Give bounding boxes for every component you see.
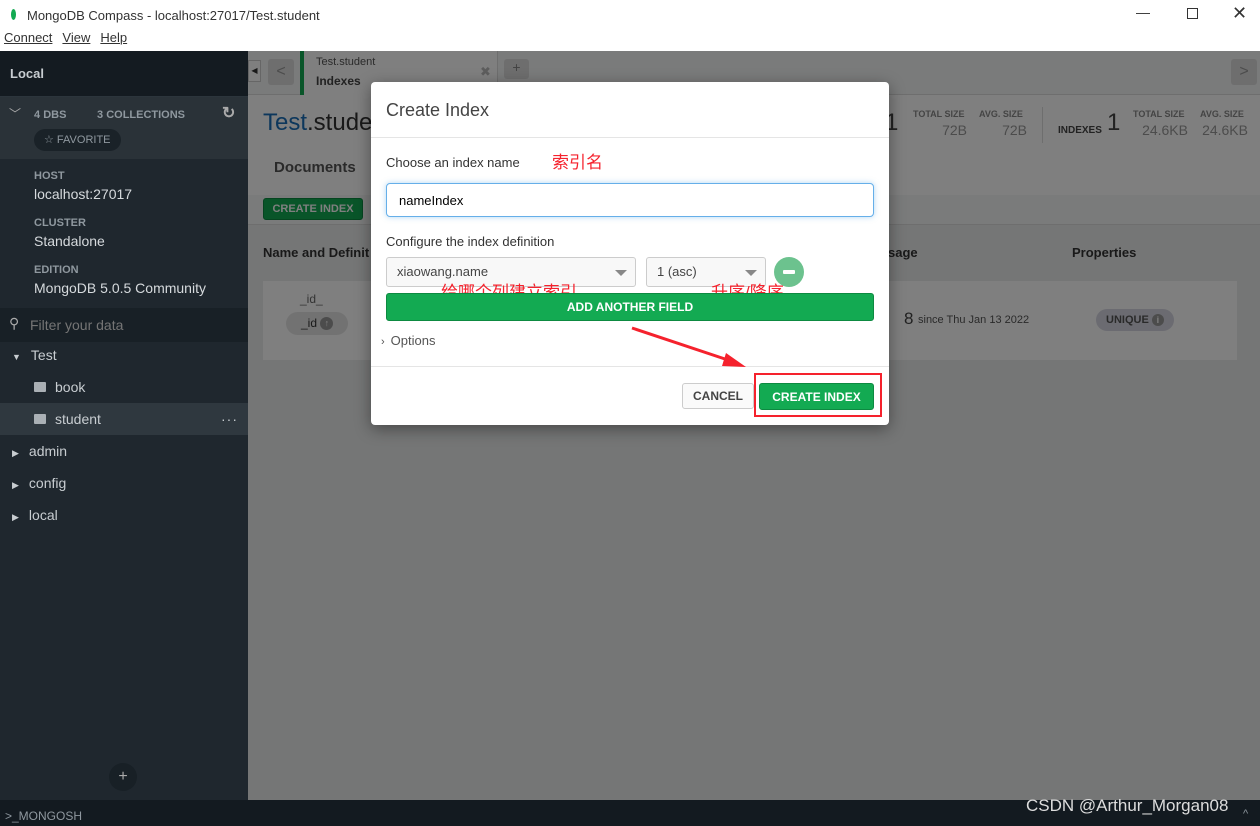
add-database-button[interactable]: + <box>109 763 137 791</box>
annotation-index-name: 索引名 <box>552 153 603 172</box>
chevron-down-icon[interactable]: ﹀ <box>9 105 21 122</box>
add-another-field-button[interactable]: ADD ANOTHER FIELD <box>386 293 874 321</box>
tree-db-admin[interactable]: ▶ admin <box>0 435 248 467</box>
db-name: config <box>28 475 67 491</box>
favorite-button[interactable]: ☆ FAVORITE <box>34 129 121 151</box>
filter-input[interactable] <box>30 314 230 336</box>
search-icon: ⚲ <box>9 315 20 331</box>
mongosh-toggle[interactable]: >_MONGOSH <box>5 809 82 823</box>
index-name-label: Choose an index name <box>386 155 520 170</box>
cluster-label: CLUSTER <box>34 217 86 229</box>
filter-bar: ⚲ <box>0 308 248 342</box>
tree-collection-book[interactable]: book <box>0 371 248 403</box>
create-index-modal: Create Index Choose an index name 索引名 Co… <box>371 82 889 425</box>
options-toggle[interactable]: › Options <box>381 333 435 348</box>
chevron-up-icon[interactable]: ^ <box>1243 808 1248 820</box>
minus-icon <box>783 270 795 274</box>
field-select-value: xiaowang.name <box>397 264 489 279</box>
db-name: local <box>28 507 58 523</box>
folder-icon <box>34 382 46 392</box>
minimize-button[interactable]: — <box>1136 4 1150 20</box>
instance-summary: ﹀ 4 DBS 3 COLLECTIONS ↻ ☆ FAVORITE <box>0 97 248 159</box>
direction-select-value: 1 (asc) <box>657 264 697 279</box>
db-name: Test <box>30 347 57 363</box>
modal-title: Create Index <box>386 100 490 120</box>
cluster-value: Standalone <box>34 233 105 249</box>
collection-name: book <box>55 379 86 395</box>
menu-bar: Connect View Help <box>0 30 1260 51</box>
tree-collection-student[interactable]: student ··· <box>0 403 248 435</box>
dbs-label: DBS <box>43 109 67 121</box>
db-name: admin <box>28 443 68 459</box>
menu-connect[interactable]: Connect <box>4 30 52 45</box>
watermark: CSDN @Arthur_Morgan08 <box>1026 796 1229 815</box>
edition-label: EDITION <box>34 264 79 276</box>
menu-help[interactable]: Help <box>100 30 127 45</box>
tree-db-local[interactable]: ▶ local <box>0 499 248 531</box>
collections-count: 3 <box>97 109 104 121</box>
maximize-button[interactable] <box>1187 8 1198 19</box>
highlight-box <box>754 373 882 417</box>
sidebar-header: Local <box>0 51 248 97</box>
cancel-button[interactable]: CANCEL <box>682 383 754 409</box>
collections-label: COLLECTIONS <box>106 109 186 121</box>
host-label: HOST <box>34 170 65 182</box>
chevron-right-icon: › <box>381 336 385 348</box>
connection-title: Local <box>10 66 44 81</box>
menu-view[interactable]: View <box>62 30 90 45</box>
edition-value: MongoDB 5.0.5 Community <box>34 280 206 296</box>
sidebar: Local ﹀ 4 DBS 3 COLLECTIONS ↻ ☆ FAVORITE… <box>0 51 248 800</box>
folder-icon <box>34 414 46 424</box>
caret-down-icon <box>615 270 627 276</box>
index-definition-label: Configure the index definition <box>386 234 555 249</box>
divider <box>371 137 889 138</box>
index-name-input[interactable] <box>386 183 874 217</box>
tree-db-test[interactable]: ▼ Test <box>0 339 248 371</box>
collection-name: student <box>55 411 101 427</box>
caret-down-icon <box>745 270 757 276</box>
close-button[interactable]: ✕ <box>1232 3 1247 24</box>
title-bar: MongoDB Compass - localhost:27017/Test.s… <box>0 0 1260 30</box>
annotation-arrow-icon <box>631 326 746 367</box>
host-value: localhost:27017 <box>34 186 133 202</box>
window-title: MongoDB Compass - localhost:27017/Test.s… <box>27 8 320 23</box>
mongodb-leaf-icon <box>11 9 16 20</box>
dbs-count: 4 <box>34 109 41 121</box>
mongosh-bar[interactable]: >_MONGOSH CSDN @Arthur_Morgan08 ^ <box>0 796 1260 826</box>
tree-db-config[interactable]: ▶ config <box>0 467 248 499</box>
options-label: Options <box>390 333 436 348</box>
more-icon[interactable]: ··· <box>221 403 238 435</box>
refresh-icon[interactable]: ↻ <box>222 103 235 123</box>
